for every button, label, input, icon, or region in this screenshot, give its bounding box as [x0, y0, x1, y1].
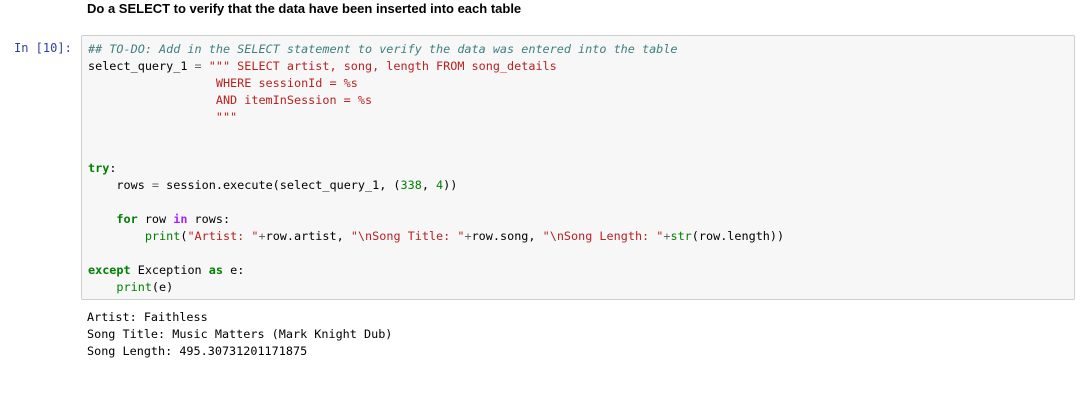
cell-input-prompt: In [10]: [14, 41, 72, 55]
output-line-artist: Artist: Faithless [87, 310, 208, 324]
operator: + [258, 229, 266, 243]
code-text: row.artist, [265, 229, 351, 243]
code-line-print-error: print(e) [88, 279, 784, 296]
builtin-function: print [88, 229, 181, 243]
code-text: e: [222, 263, 245, 277]
code-text: rows: [187, 212, 231, 226]
keyword: try [88, 161, 110, 175]
code-text: row.song, [471, 229, 543, 243]
variable-name: select_query_1 [88, 59, 188, 73]
cell-output: Artist: Faithless Song Title: Music Matte… [87, 309, 392, 360]
string-literal: """ [88, 110, 238, 124]
markdown-heading: Do a SELECT to verify that the data have… [87, 1, 522, 16]
comment-text: ## TO-DO: Add in the SELECT statement to… [88, 42, 678, 56]
number-literal: 338 [400, 178, 422, 192]
code-line-and: AND itemInSession = %s [88, 92, 784, 109]
code-line-comment: ## TO-DO: Add in the SELECT statement to… [88, 41, 784, 58]
code-line-close-quote: """ [88, 109, 784, 126]
operator: + [464, 229, 472, 243]
punctuation: : [109, 161, 117, 175]
builtin-function: print [88, 280, 152, 294]
keyword: as [208, 263, 223, 277]
keyword-operator: in [173, 212, 188, 226]
code-text: (row.length)) [691, 229, 785, 243]
keyword: except [88, 263, 131, 277]
output-line-song-length: Song Length: 495.30731201171875 [87, 344, 308, 358]
string-literal: "\nSong Title: " [350, 229, 465, 243]
operator: = [187, 59, 209, 73]
string-literal: """ SELECT artist, song, length FROM son… [208, 59, 557, 73]
code-cell-editor[interactable]: ## TO-DO: Add in the SELECT statement to… [81, 35, 1075, 300]
code-text: rows [88, 178, 152, 192]
code-line-execute: rows = session.execute(select_query_1, (… [88, 177, 784, 194]
code-line-query-assign: select_query_1 = """ SELECT artist, song… [88, 58, 784, 75]
code-line-for: for row in rows: [88, 211, 784, 228]
code-line-try: try: [88, 160, 784, 177]
code-text: (e) [151, 280, 174, 294]
keyword: for [88, 212, 138, 226]
code-line-where: WHERE sessionId = %s [88, 75, 784, 92]
string-literal: "\nSong Length: " [542, 229, 664, 243]
code-block[interactable]: ## TO-DO: Add in the SELECT statement to… [88, 41, 784, 296]
operator: = [151, 178, 160, 192]
builtin-function: str [670, 229, 692, 243]
code-line-print-row: print("Artist: "+row.artist, "\nSong Tit… [88, 228, 784, 245]
code-text: , [421, 178, 437, 192]
code-text: )) [443, 178, 458, 192]
string-literal: WHERE sessionId = %s [88, 76, 358, 90]
output-line-song-title: Song Title: Music Matters (Mark Knight D… [87, 327, 393, 341]
string-literal: "Artist: " [187, 229, 259, 243]
string-literal: AND itemInSession = %s [88, 93, 373, 107]
code-text: session.execute(select_query_1, ( [159, 178, 401, 192]
code-text: Exception [130, 263, 209, 277]
code-line-except: except Exception as e: [88, 262, 784, 279]
code-text: row [137, 212, 174, 226]
